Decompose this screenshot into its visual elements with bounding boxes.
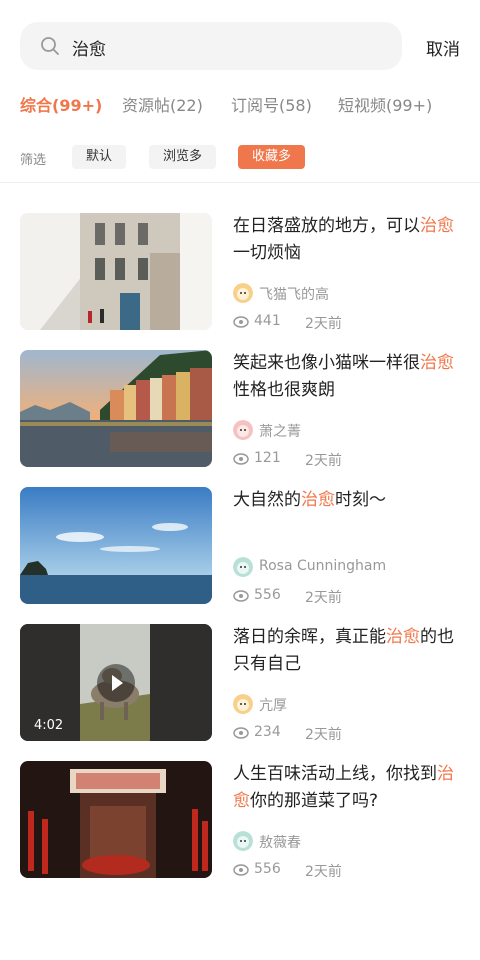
eye-icon xyxy=(233,590,249,602)
post-time: 2天前 xyxy=(305,727,342,743)
divider xyxy=(0,182,480,183)
view-count: 121 xyxy=(254,450,281,466)
video-duration: 4:02 xyxy=(34,718,64,733)
eye-icon xyxy=(233,316,249,328)
search-query: 治愈 xyxy=(72,40,106,60)
eye-icon xyxy=(233,727,249,739)
thumbnail-video-yak: 4:02 xyxy=(20,624,212,741)
tab-subscriptions[interactable]: 订阅号(58) xyxy=(231,92,312,116)
avatar-icon xyxy=(233,831,253,851)
search-input[interactable]: 治愈 xyxy=(20,22,402,70)
result-card[interactable]: 大自然的治愈时刻～ Rosa Cunningham 556 2天前 xyxy=(20,487,460,606)
result-title: 在日落盛放的地方，可以治愈一切烦恼 xyxy=(233,216,454,263)
view-count: 556 xyxy=(254,861,281,877)
tab-resources[interactable]: 资源帖(22) xyxy=(122,92,203,116)
tab-short-videos[interactable]: 短视频(99+) xyxy=(338,92,432,116)
eye-icon xyxy=(233,864,249,876)
result-card[interactable]: 4:02 落日的余晖，真正能治愈的也只有自己 亢厚 234 2天前 xyxy=(20,624,460,743)
author-name: 萧之菁 xyxy=(259,424,301,440)
tab-all[interactable]: 综合(99+) xyxy=(20,92,102,116)
result-title: 笑起来也像小猫咪一样很治愈性格也很爽朗 xyxy=(233,353,454,400)
thumbnail-town-sunset xyxy=(20,350,212,467)
author-name: Rosa Cunningham xyxy=(259,558,387,574)
post-time: 2天前 xyxy=(305,864,342,880)
thumbnail-seascape xyxy=(20,487,212,604)
result-card[interactable]: 人生百味活动上线，你找到治愈你的那道菜了吗? 敖薇春 556 2天前 xyxy=(20,761,460,880)
filter-most-viewed-chip[interactable]: 浏览多 xyxy=(149,145,217,169)
eye-icon xyxy=(233,453,249,465)
filter-bar: 筛选 默认 浏览多 收藏多 xyxy=(20,145,460,169)
view-count: 441 xyxy=(254,313,281,329)
post-time: 2天前 xyxy=(305,453,342,469)
author-name: 敖薇春 xyxy=(259,835,301,851)
avatar-icon xyxy=(233,420,253,440)
play-icon[interactable] xyxy=(97,664,135,702)
cancel-button[interactable]: 取消 xyxy=(426,35,460,60)
filter-default-chip[interactable]: 默认 xyxy=(72,145,127,169)
view-count: 556 xyxy=(254,587,281,603)
post-time: 2天前 xyxy=(305,590,342,606)
avatar-icon xyxy=(233,694,253,714)
thumbnail-street xyxy=(20,213,212,330)
view-count: 234 xyxy=(254,724,281,740)
result-card[interactable]: 笑起来也像小猫咪一样很治愈性格也很爽朗 萧之菁 121 2天前 xyxy=(20,350,460,469)
filter-label: 筛选 xyxy=(20,153,47,168)
search-bar: 治愈 取消 xyxy=(20,22,460,70)
avatar-icon xyxy=(233,557,253,577)
author-name: 飞猫飞的高 xyxy=(259,287,329,303)
result-card[interactable]: 在日落盛放的地方，可以治愈一切烦恼 飞猫飞的高 441 2天前 xyxy=(20,213,460,332)
avatar-icon xyxy=(233,283,253,303)
result-title: 落日的余晖，真正能治愈的也只有自己 xyxy=(233,627,454,674)
author-name: 亢厚 xyxy=(259,698,287,714)
thumbnail-restaurant xyxy=(20,761,212,878)
result-title: 大自然的治愈时刻～ xyxy=(233,490,386,510)
result-title: 人生百味活动上线，你找到治愈你的那道菜了吗? xyxy=(233,764,454,811)
filter-most-favorited-chip[interactable]: 收藏多 xyxy=(238,145,306,169)
search-icon xyxy=(41,37,59,55)
post-time: 2天前 xyxy=(305,316,342,332)
